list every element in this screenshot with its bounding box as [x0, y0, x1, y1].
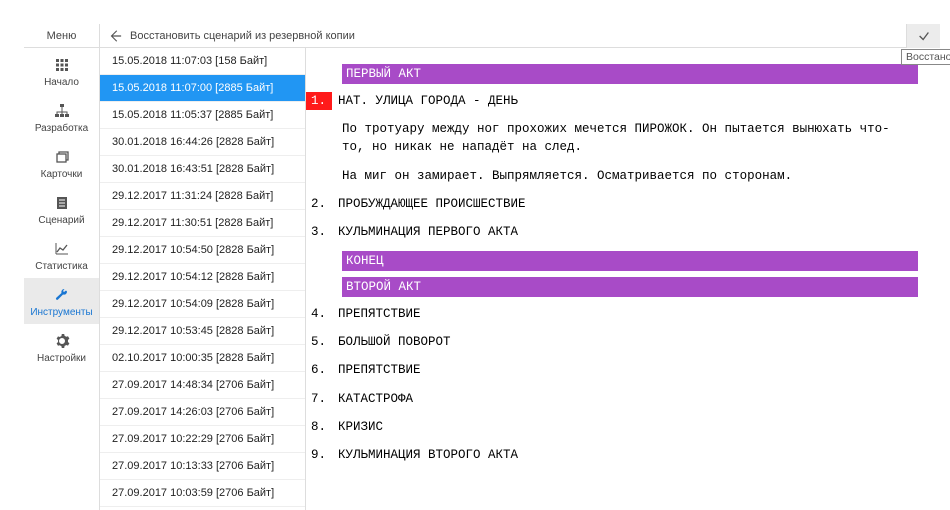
scene-number: 9.: [306, 446, 332, 464]
scene-heading: 3. КУЛЬМИНАЦИЯ ПЕРВОГО АКТА: [306, 223, 918, 241]
scene-number: 5.: [306, 333, 332, 351]
backup-item[interactable]: 29.12.2017 11:30:51 [2828 Байт]: [100, 210, 305, 237]
scene-title: ПРЕПЯТСТВИЕ: [332, 361, 421, 379]
act-header: ПЕРВЫЙ АКТ: [342, 64, 918, 84]
document-icon: [53, 194, 71, 212]
backup-item[interactable]: 27.09.2017 10:13:33 [2706 Байт]: [100, 453, 305, 480]
sidebar-item-label: Настройки: [37, 353, 86, 364]
sidebar-item-label: Начало: [44, 77, 79, 88]
sidebar: Меню Начало Разработка Карточки Сценарий…: [24, 24, 100, 510]
scene-number: 2.: [306, 195, 332, 213]
scene-title: КУЛЬМИНАЦИЯ ПЕРВОГО АКТА: [332, 223, 518, 241]
sidebar-item-label: Инструменты: [30, 307, 92, 318]
sidebar-item-script[interactable]: Сценарий: [24, 186, 99, 232]
scene-title: КРИЗИС: [332, 418, 383, 436]
scene-number: 8.: [306, 418, 332, 436]
backup-item[interactable]: 27.09.2017 10:22:29 [2706 Байт]: [100, 426, 305, 453]
backup-item[interactable]: 29.12.2017 10:54:12 [2828 Байт]: [100, 264, 305, 291]
backup-item[interactable]: 29.12.2017 10:54:09 [2828 Байт]: [100, 291, 305, 318]
backup-item[interactable]: 29.12.2017 11:31:24 [2828 Байт]: [100, 183, 305, 210]
scene-heading: 8. КРИЗИС: [306, 418, 918, 436]
backup-item[interactable]: 29.12.2017 10:54:50 [2828 Байт]: [100, 237, 305, 264]
scene-number: 6.: [306, 361, 332, 379]
header: Восстановить сценарий из резервной копии…: [100, 24, 940, 48]
backup-item[interactable]: 30.01.2018 16:44:26 [2828 Байт]: [100, 129, 305, 156]
scene-title: ПРОБУЖДАЮЩЕЕ ПРОИСШЕСТВИЕ: [332, 195, 526, 213]
backup-list: 15.05.2018 11:07:03 [158 Байт]15.05.2018…: [100, 48, 306, 510]
grid-icon: [53, 56, 71, 74]
scene-number: 1.: [306, 92, 332, 110]
scene-number: 3.: [306, 223, 332, 241]
sidebar-item-cards[interactable]: Карточки: [24, 140, 99, 186]
scene-heading: 1. НАТ. УЛИЦА ГОРОДА - ДЕНЬ: [306, 92, 918, 110]
script-preview: ПЕРВЫЙ АКТ 1. НАТ. УЛИЦА ГОРОДА - ДЕНЬ П…: [306, 48, 940, 510]
sidebar-item-start[interactable]: Начало: [24, 48, 99, 94]
scene-title: ПРЕПЯТСТВИЕ: [332, 305, 421, 323]
scene-title: КУЛЬМИНАЦИЯ ВТОРОГО АКТА: [332, 446, 518, 464]
cards-icon: [53, 148, 71, 166]
tooltip: Восстаноить сценарий: [901, 49, 950, 65]
act-header: ВТОРОЙ АКТ: [342, 277, 918, 297]
chart-icon: [53, 240, 71, 258]
wrench-icon: [53, 286, 71, 304]
sidebar-item-label: Сценарий: [38, 215, 84, 226]
sidebar-item-settings[interactable]: Настройки: [24, 324, 99, 370]
scene-heading: 2. ПРОБУЖДАЮЩЕЕ ПРОИСШЕСТВИЕ: [306, 195, 918, 213]
gear-icon: [53, 332, 71, 350]
action-paragraph: На миг он замирает. Выпрямляется. Осматр…: [342, 167, 912, 185]
sidebar-item-statistics[interactable]: Статистика: [24, 232, 99, 278]
scene-title: БОЛЬШОЙ ПОВОРОТ: [332, 333, 451, 351]
arrow-left-icon: [108, 29, 122, 43]
scene-heading: 7. КАТАСТРОФА: [306, 390, 918, 408]
backup-item[interactable]: 15.05.2018 11:07:03 [158 Байт]: [100, 48, 305, 75]
backup-item[interactable]: 27.09.2017 10:03:59 [2706 Байт]: [100, 480, 305, 507]
scene-title: НАТ. УЛИЦА ГОРОДА - ДЕНЬ: [332, 92, 518, 110]
backup-item[interactable]: 29.12.2017 10:53:45 [2828 Байт]: [100, 318, 305, 345]
page-title: Восстановить сценарий из резервной копии: [130, 30, 898, 42]
backup-item[interactable]: 02.10.2017 10:00:35 [2828 Байт]: [100, 345, 305, 372]
sidebar-item-development[interactable]: Разработка: [24, 94, 99, 140]
back-button[interactable]: [100, 29, 130, 43]
scene-heading: 6. ПРЕПЯТСТВИЕ: [306, 361, 918, 379]
sidebar-item-label: Карточки: [41, 169, 83, 180]
backup-item[interactable]: 27.09.2017 14:48:34 [2706 Байт]: [100, 372, 305, 399]
check-icon: [917, 29, 931, 43]
sidebar-item-tools[interactable]: Инструменты: [24, 278, 99, 324]
backup-item[interactable]: 30.01.2018 16:43:51 [2828 Байт]: [100, 156, 305, 183]
sidebar-item-label: Разработка: [35, 123, 88, 134]
backup-item[interactable]: 15.05.2018 11:05:37 [2885 Байт]: [100, 102, 305, 129]
scene-number: 7.: [306, 390, 332, 408]
backup-item[interactable]: 27.09.2017 14:26:03 [2706 Байт]: [100, 399, 305, 426]
scene-heading: 5. БОЛЬШОЙ ПОВОРОТ: [306, 333, 918, 351]
menu-button[interactable]: Меню: [24, 24, 99, 48]
scene-heading: 4. ПРЕПЯТСТВИЕ: [306, 305, 918, 323]
end-marker: КОНЕЦ: [342, 251, 918, 271]
action-paragraph: По тротуару между ног прохожих мечется П…: [342, 120, 912, 156]
backup-item[interactable]: 15.05.2018 11:07:00 [2885 Байт]: [100, 75, 305, 102]
scene-title: КАТАСТРОФА: [332, 390, 413, 408]
scene-number: 4.: [306, 305, 332, 323]
sidebar-item-label: Статистика: [35, 261, 88, 272]
tree-icon: [53, 102, 71, 120]
confirm-restore-button[interactable]: Восстаноить сценарий: [906, 24, 940, 48]
scene-heading: 9. КУЛЬМИНАЦИЯ ВТОРОГО АКТА: [306, 446, 918, 464]
